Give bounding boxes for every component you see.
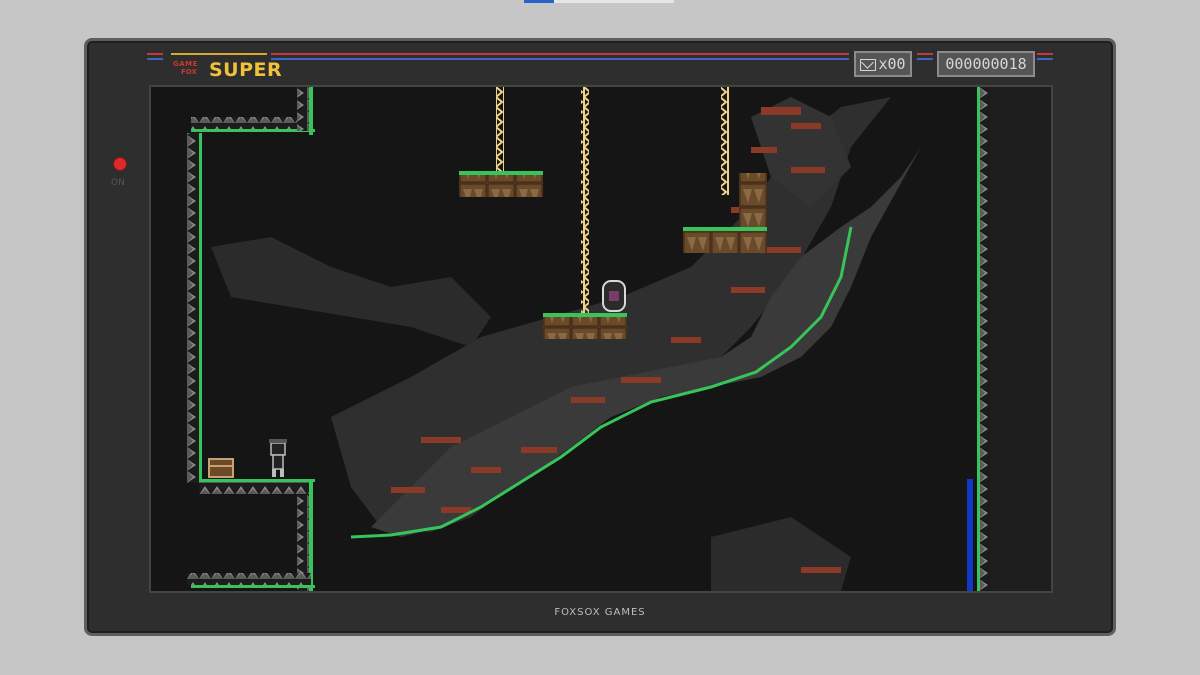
letters-count: x00: [878, 55, 906, 73]
power-label: ON: [111, 178, 125, 188]
water-column: [967, 479, 973, 591]
stripe-blue-main: [271, 58, 849, 60]
stripe-blue-left: [147, 58, 163, 60]
super-gamefox-logo: GAME FOX SUPER: [171, 53, 282, 83]
stripe-red-left: [147, 53, 163, 55]
stripe-red-main: [271, 53, 849, 55]
treasure-chest: [208, 458, 234, 478]
stripe-red-right: [1037, 53, 1053, 55]
letters-counter: x00: [854, 51, 912, 77]
ghost-enemy: [602, 280, 626, 312]
logo-line2: FOX: [181, 68, 197, 76]
browser-tab-strip: [524, 0, 674, 3]
stripe-red-mid: [917, 53, 933, 55]
envelope-icon: [860, 58, 877, 71]
power-led-icon: [114, 158, 126, 170]
score-display: 000000018: [937, 51, 1035, 77]
logo-line1: GAME: [173, 60, 198, 68]
left-wall: [151, 87, 315, 591]
game-scene: [151, 87, 1051, 591]
player-character: [269, 439, 287, 477]
footer-brand: FOXSOX GAMES: [554, 607, 646, 618]
logo-bar: [171, 53, 267, 55]
logo-main: SUPER: [209, 59, 283, 81]
right-wall: [977, 87, 1051, 591]
game-console-frame: GAME FOX SUPER x00 000000018 ON FOXSOX G…: [84, 38, 1116, 636]
active-tab-indicator: [524, 0, 554, 3]
stripe-blue-right: [1037, 58, 1053, 60]
stripe-blue-mid: [917, 58, 933, 60]
game-screen[interactable]: [149, 85, 1053, 593]
